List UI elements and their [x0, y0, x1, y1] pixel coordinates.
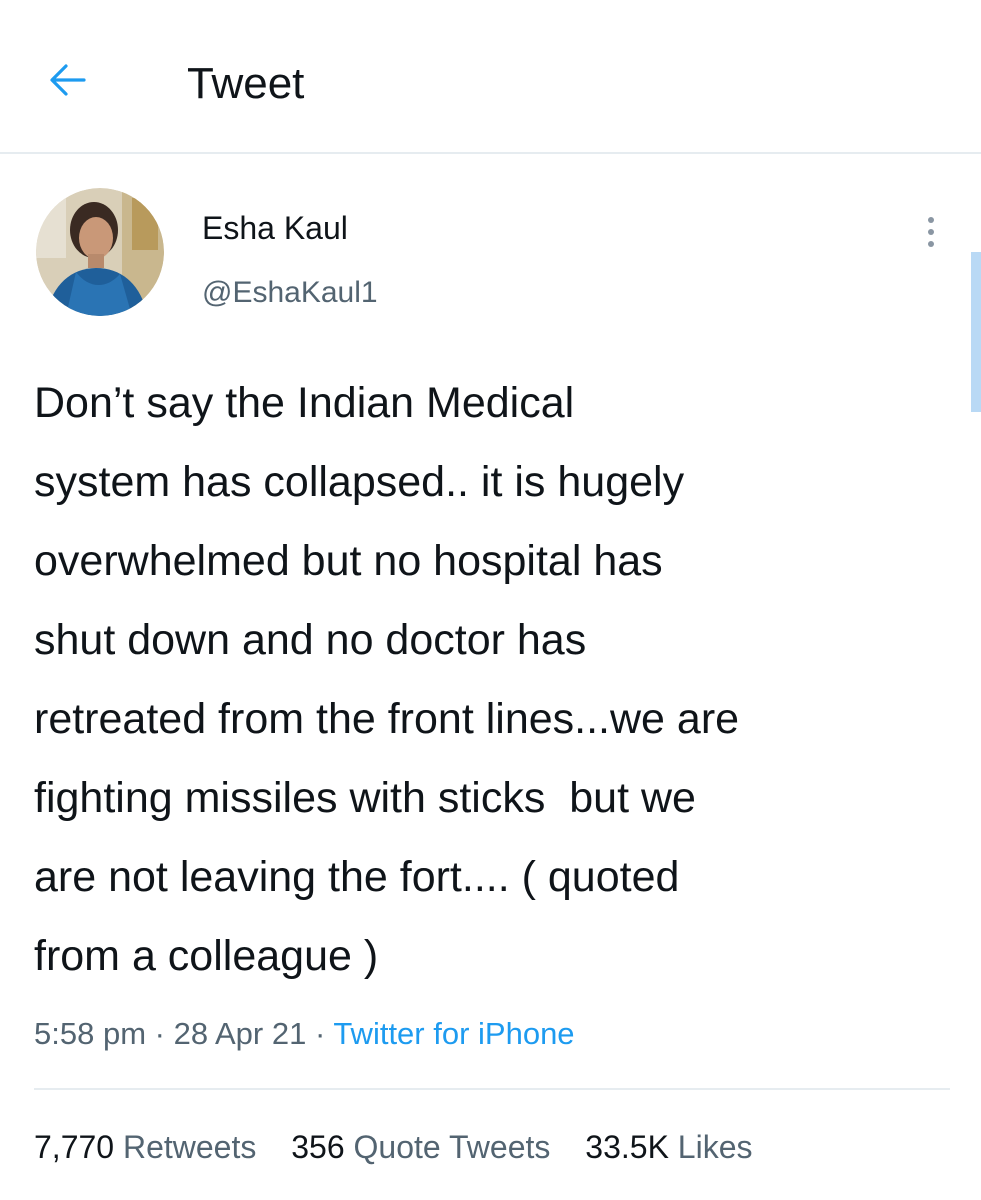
retweets-label: Retweets: [122, 1129, 257, 1165]
quote-tweets-count: 356: [291, 1129, 345, 1165]
avatar[interactable]: [36, 188, 164, 316]
tweet-text-line: from a colleague ): [34, 932, 379, 980]
tweet-text-line: overwhelmed but no hospital has: [34, 537, 663, 585]
tweet-text-line: fighting missiles with sticks but we: [34, 774, 696, 822]
quote-tweets-label: Quote Tweets: [353, 1129, 551, 1165]
meta-separator: ·: [154, 1016, 165, 1051]
tweet-date[interactable]: 28 Apr 21: [174, 1016, 307, 1051]
tweet-text-line: retreated from the front lines...we are: [34, 695, 740, 743]
author-display-name[interactable]: Esha Kaul: [202, 208, 348, 248]
likes-label: Likes: [677, 1129, 753, 1165]
tweet-text-line: system has collapsed.. it is hugely: [34, 458, 685, 506]
tweet-text-line: Don’t say the Indian Medical: [34, 379, 575, 427]
tweet-time[interactable]: 5:58 pm: [34, 1016, 146, 1051]
tweet-meta: 5:58 pm · 28 Apr 21 · Twitter for iPhone: [34, 1014, 575, 1054]
tweet-text-line: shut down and no doctor has: [34, 616, 587, 664]
arrow-left-icon: [50, 64, 86, 96]
scrollbar-thumb[interactable]: [971, 252, 981, 412]
page-title: Tweet: [187, 59, 305, 108]
retweets-count: 7,770: [34, 1129, 115, 1165]
tweet-source-link[interactable]: Twitter for iPhone: [333, 1016, 574, 1051]
retweets-stat[interactable]: 7,770 Retweets: [34, 1126, 256, 1168]
tweet-text: Don’t say the Indian Medical system has …: [34, 364, 934, 996]
meta-divider: [34, 1088, 950, 1090]
header-divider: [0, 152, 981, 154]
tweet-text-line: are not leaving the fort.... ( quoted: [34, 853, 680, 901]
top-bar: Tweet: [0, 0, 981, 152]
author-handle[interactable]: @EshaKaul1: [202, 274, 378, 312]
more-vertical-icon: [928, 217, 934, 247]
likes-count: 33.5K: [585, 1129, 669, 1165]
quote-tweets-stat[interactable]: 356 Quote Tweets: [291, 1126, 550, 1168]
likes-stat[interactable]: 33.5K Likes: [585, 1126, 752, 1168]
back-button[interactable]: [44, 56, 92, 104]
tweet-stats: 7,770 Retweets 356 Quote Tweets 33.5K Li…: [34, 1126, 753, 1168]
more-options-button[interactable]: [916, 210, 946, 254]
profile-photo-avatar: [36, 188, 164, 316]
meta-separator: ·: [314, 1016, 326, 1051]
